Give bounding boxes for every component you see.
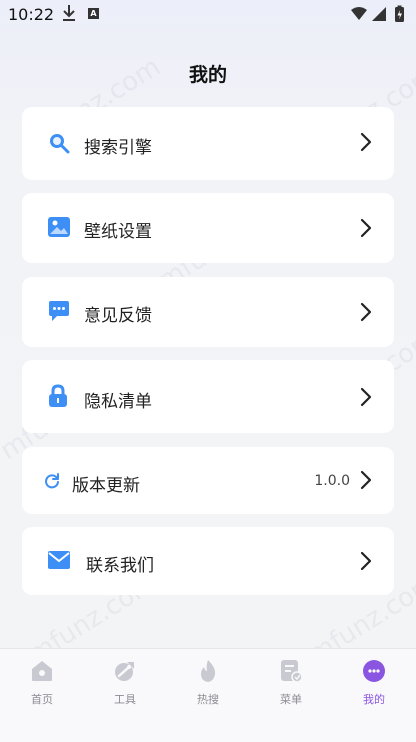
version-number: 1.0.0 — [314, 473, 350, 489]
search-icon — [50, 134, 70, 154]
mail-icon — [48, 551, 70, 569]
page-title: 我的 — [188, 64, 227, 86]
flame-icon — [201, 660, 216, 682]
chevron-right-icon — [360, 218, 372, 238]
chevron-right-icon — [360, 470, 372, 490]
home-icon — [32, 661, 52, 681]
tab-home[interactable]: 首页 — [9, 659, 75, 707]
chevron-right-icon — [360, 302, 372, 322]
menu-item-wallpaper-settings[interactable]: 壁纸设置 — [22, 193, 394, 263]
menu-doc-icon — [281, 660, 303, 683]
tab-label: 我的 — [363, 693, 385, 706]
menu-label: 版本更新 — [72, 476, 140, 496]
menu-label: 搜索引擎 — [84, 138, 152, 158]
menu-label: 隐私清单 — [84, 392, 152, 412]
tab-label: 首页 — [31, 693, 53, 706]
menu-item-feedback[interactable]: 意见反馈 — [22, 277, 394, 347]
tab-label: 工具 — [114, 693, 136, 706]
download-icon — [63, 5, 75, 21]
tools-icon — [115, 662, 134, 681]
status-bar: 10:22 A — [0, 0, 416, 28]
chevron-right-icon — [360, 132, 372, 152]
tab-mine[interactable]: 我的 — [341, 659, 407, 707]
menu-label: 意见反馈 — [84, 306, 152, 326]
status-time: 10:22 — [8, 5, 55, 24]
chat-icon — [49, 301, 69, 321]
tab-menu[interactable]: 菜单 — [258, 659, 324, 707]
refresh-icon — [45, 473, 59, 489]
tab-label: 菜单 — [280, 693, 302, 706]
tab-label: 热搜 — [197, 693, 219, 706]
menu-item-privacy-list[interactable]: 隐私清单 — [22, 360, 394, 433]
chevron-right-icon — [360, 551, 372, 571]
signal-icon — [351, 5, 404, 22]
menu-label: 壁纸设置 — [84, 222, 152, 242]
menu-item-version-update[interactable]: 版本更新 1.0.0 — [22, 447, 394, 514]
a-icon: A — [88, 8, 99, 19]
profile-icon — [363, 660, 385, 682]
menu-item-search-engine[interactable]: 搜索引擎 — [22, 107, 394, 180]
bottom-navigation: 首页 工具 热搜 菜单 我的 — [0, 648, 416, 742]
menu-label: 联系我们 — [86, 556, 154, 576]
tab-tools[interactable]: 工具 — [92, 659, 158, 707]
tab-hot-search[interactable]: 热搜 — [175, 659, 241, 707]
wifi-icon — [351, 7, 367, 20]
image-icon — [48, 217, 70, 237]
menu-item-contact-us[interactable]: 联系我们 — [22, 527, 394, 595]
lock-icon — [49, 384, 67, 407]
chevron-right-icon — [360, 387, 372, 407]
